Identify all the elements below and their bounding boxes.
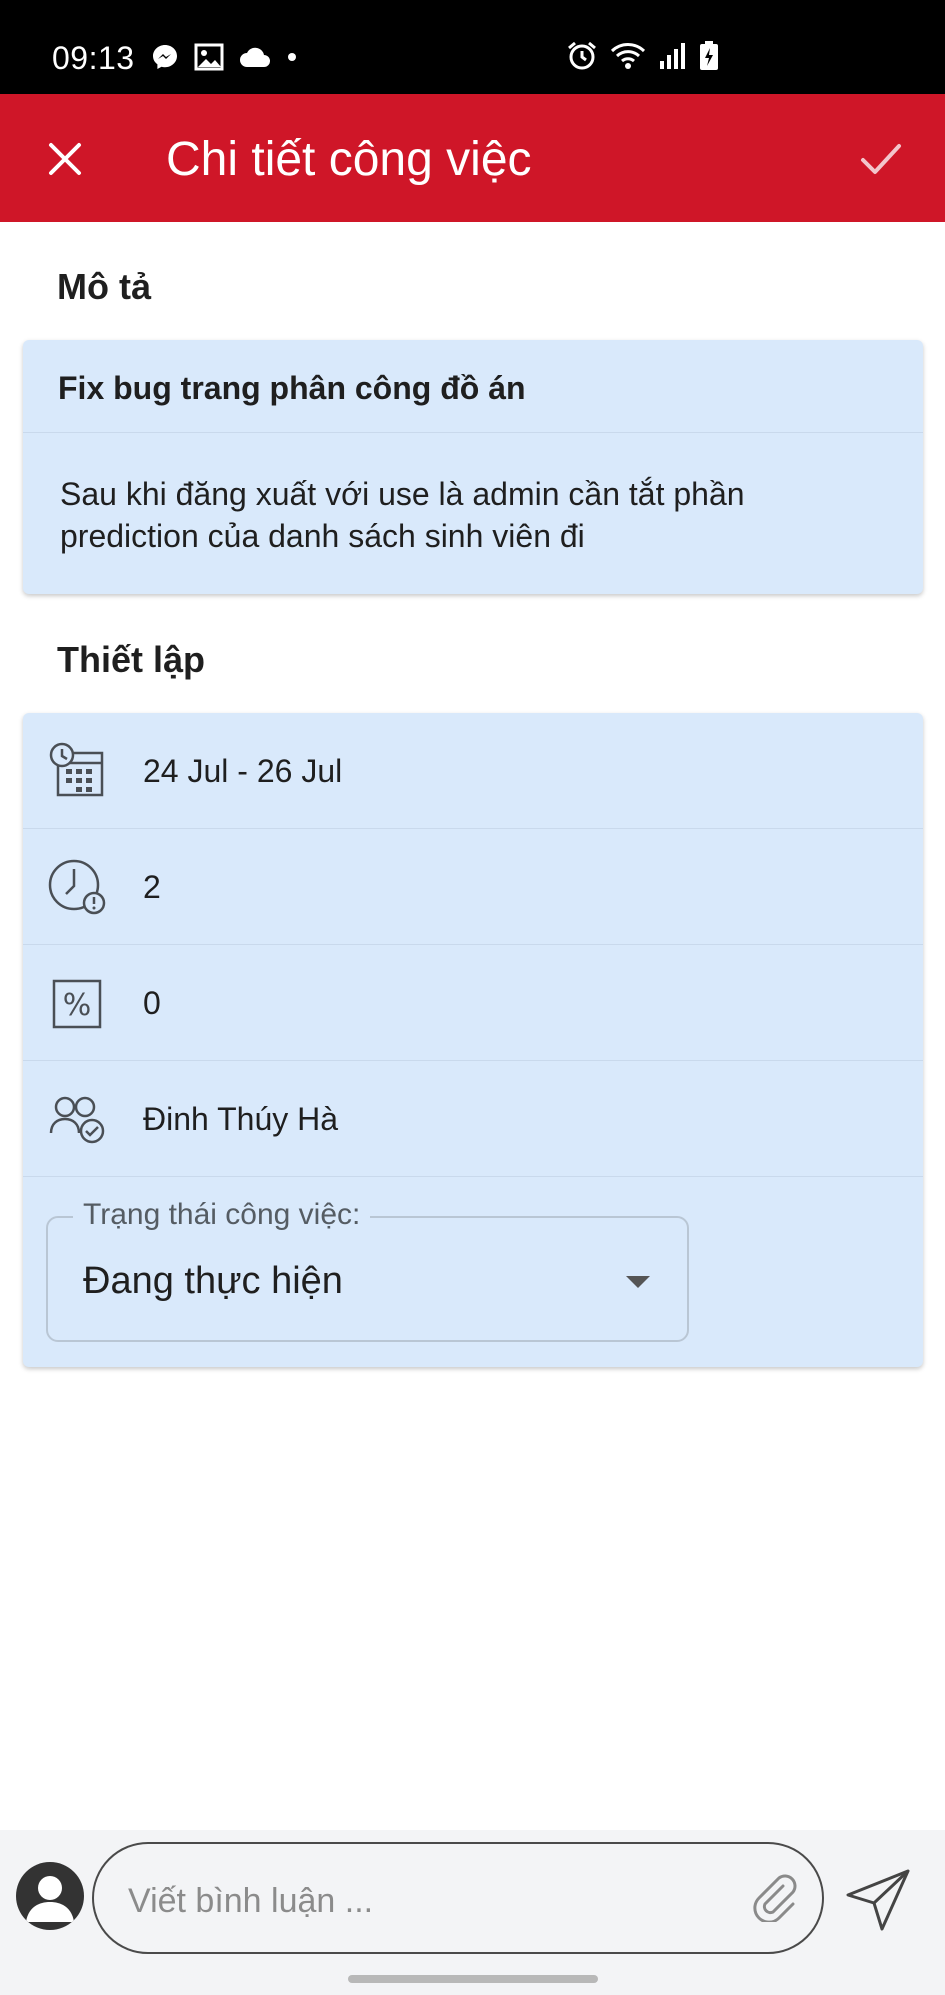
status-icons-right (566, 40, 720, 72)
gallery-icon (194, 43, 224, 71)
settings-card: 24 Jul - 26 Jul 2 % 0 Đinh Thúy Hà Trạng… (23, 713, 923, 1367)
comment-bar: Viết bình luận ... (0, 1830, 945, 1995)
check-icon (861, 144, 901, 174)
status-icons-left (150, 42, 298, 72)
progress-row[interactable]: % 0 (23, 945, 923, 1061)
progress-value: 0 (143, 985, 161, 1021)
task-status-dropdown[interactable]: Trạng thái công việc: Đang thực hiện (46, 1198, 689, 1342)
status-time: 09:13 (52, 40, 135, 76)
battery-charging-icon (700, 41, 718, 70)
close-icon (49, 143, 81, 175)
status-bar: 09:13 (0, 0, 945, 94)
settings-section-title: Thiết lập (57, 639, 206, 680)
date-range-row[interactable]: 24 Jul - 26 Jul (23, 713, 923, 829)
assignee-value: Đinh Thúy Hà (143, 1101, 339, 1137)
date-range-value: 24 Jul - 26 Jul (143, 753, 343, 789)
percent-icon: % (52, 979, 102, 1029)
home-indicator (348, 1975, 598, 1983)
wifi-icon (610, 43, 646, 69)
duration-row[interactable]: 2 (23, 829, 923, 945)
app-bar: Chi tiết công việc (0, 94, 945, 222)
cloud-icon (240, 47, 270, 67)
task-description[interactable]: Sau khi đăng xuất với use là admin cần t… (60, 473, 880, 557)
duration-value: 2 (143, 869, 161, 905)
user-avatar-icon (16, 1862, 84, 1930)
close-button[interactable] (30, 124, 100, 194)
alarm-icon (568, 41, 596, 70)
comment-input[interactable]: Viết bình luận ... (92, 1842, 824, 1954)
page-title: Chi tiết công việc (166, 133, 532, 186)
confirm-button[interactable] (846, 124, 916, 194)
task-status-value: Đang thực hiện (83, 1260, 343, 1302)
description-section-title: Mô tả (57, 266, 151, 307)
assignee-row[interactable]: Đinh Thúy Hà (23, 1061, 923, 1177)
task-status-label: Trạng thái công việc: (73, 1198, 371, 1232)
task-title[interactable]: Fix bug trang phân công đồ án (58, 370, 526, 407)
description-card: Fix bug trang phân công đồ án Sau khi đă… (23, 340, 923, 594)
clock-alert-icon (48, 859, 106, 915)
dot-icon (288, 53, 296, 61)
svg-text:%: % (63, 988, 92, 1023)
messenger-icon (153, 45, 177, 69)
signal-icon (660, 43, 685, 69)
send-icon[interactable] (844, 1865, 914, 1935)
paperclip-icon[interactable] (749, 1872, 799, 1922)
dropdown-arrow-icon (626, 1276, 650, 1288)
comment-placeholder: Viết bình luận ... (128, 1882, 374, 1920)
divider (23, 432, 923, 433)
assignee-icon (49, 1096, 105, 1144)
calendar-clock-icon (49, 742, 104, 797)
